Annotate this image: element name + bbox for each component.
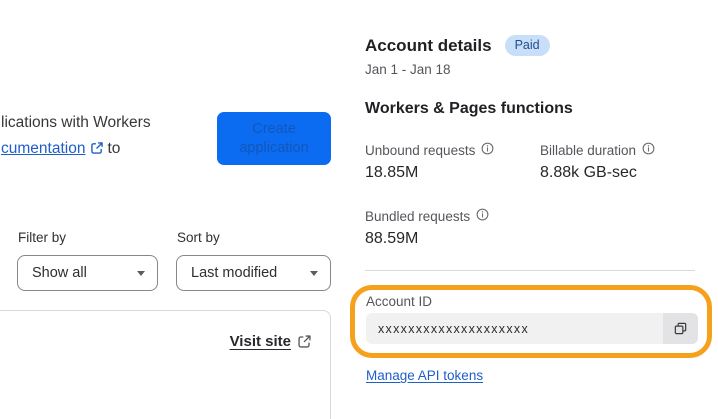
sort-dropdown[interactable]: Last modified (176, 255, 331, 291)
intro-text: lications with Workers cumentation to (1, 110, 151, 162)
stat-label: Unbound requests (365, 142, 494, 158)
stat-value: 8.88k GB-sec (540, 164, 637, 181)
info-icon[interactable] (642, 142, 655, 158)
sort-selected-value: Last modified (191, 265, 278, 281)
functions-section-title: Workers & Pages functions (365, 100, 573, 117)
copy-account-id-button[interactable] (663, 313, 698, 344)
account-details-header: Account details Paid (365, 35, 550, 56)
create-application-button[interactable]: Create application (217, 112, 331, 165)
external-link-icon (90, 141, 104, 155)
caret-down-icon (137, 270, 145, 276)
workers-pages-dashboard: lications with Workers cumentation to Cr… (0, 0, 718, 419)
account-details-title: Account details (365, 35, 492, 55)
caret-down-icon (310, 270, 318, 276)
account-id-label: Account ID (366, 294, 433, 309)
intro-line-2: cumentation to (1, 136, 151, 162)
filter-by-label: Filter by (18, 230, 67, 245)
info-icon[interactable] (476, 208, 489, 224)
copy-icon (673, 321, 688, 336)
visit-site-link[interactable]: Visit site (230, 333, 312, 350)
stat-label-text: Bundled requests (365, 208, 471, 224)
stat-unbound-requests: Unbound requests 18.85M (365, 142, 494, 182)
filter-dropdown[interactable]: Show all (17, 255, 158, 291)
stat-label-text: Billable duration (540, 142, 637, 158)
sort-by-label: Sort by (177, 230, 220, 245)
stat-value: 88.59M (365, 230, 419, 247)
filter-selected-value: Show all (32, 265, 87, 281)
stat-bundled-requests: Bundled requests 88.59M (365, 208, 489, 248)
stat-label-text: Unbound requests (365, 142, 476, 158)
visit-site-label: Visit site (229, 333, 291, 350)
info-icon[interactable] (481, 142, 494, 158)
documentation-link[interactable]: cumentation (1, 140, 85, 157)
stat-label: Bundled requests (365, 208, 489, 224)
stat-value: 18.85M (365, 164, 419, 181)
intro-after-link: to (107, 140, 121, 157)
account-id-input[interactable]: xxxxxxxxxxxxxxxxxxxx (366, 313, 663, 344)
account-id-field: xxxxxxxxxxxxxxxxxxxx (366, 313, 698, 344)
plan-badge: Paid (504, 35, 550, 56)
date-range: Jan 1 - Jan 18 (365, 62, 451, 77)
stat-label: Billable duration (540, 142, 655, 158)
external-link-icon (297, 334, 312, 349)
intro-line-1: lications with Workers (1, 114, 151, 131)
manage-api-tokens-link[interactable]: Manage API tokens (366, 368, 483, 383)
stat-billable-duration: Billable duration 8.88k GB-sec (540, 142, 655, 182)
divider (365, 270, 695, 271)
site-card: Visit site (0, 310, 331, 419)
